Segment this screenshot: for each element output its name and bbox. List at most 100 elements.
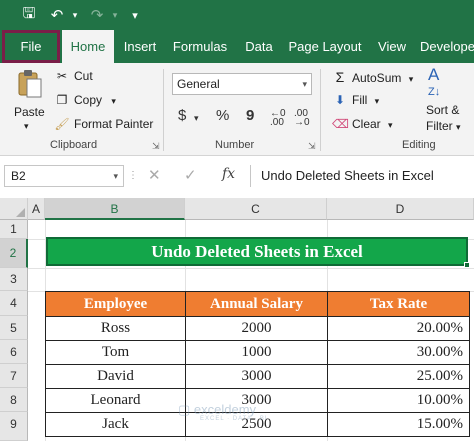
decrease-decimal-button[interactable]: .00 →0 xyxy=(294,108,310,128)
name-box-value: B2 xyxy=(11,169,26,183)
enter-icon[interactable]: ✓ xyxy=(184,166,197,184)
comma-style-button[interactable]: 9 xyxy=(246,107,254,124)
name-box[interactable]: B2 ▾ xyxy=(4,165,124,187)
clipboard-launcher-icon[interactable]: ⇲ xyxy=(152,141,160,152)
clipboard-group-label: Clipboard xyxy=(50,139,98,151)
row-header-4[interactable]: 4 xyxy=(0,291,28,316)
employee-cell[interactable]: Tom xyxy=(45,340,186,365)
formula-bar: B2 ▾ ⋮ ✕ ✓ fx Undo Deleted Sheets in Exc… xyxy=(0,156,474,194)
salary-cell[interactable]: 2500 xyxy=(185,412,328,437)
copy-label: Copy xyxy=(74,93,103,107)
copy-button[interactable]: ❐ Copy ▾ xyxy=(54,93,116,107)
row-header-9[interactable]: 9 xyxy=(0,412,28,441)
percent-icon: % xyxy=(216,107,230,124)
tab-file[interactable]: File xyxy=(2,30,60,63)
fill-button[interactable]: ⬇ Fill ▾ xyxy=(332,93,379,107)
paste-dropdown-icon[interactable]: ▾ xyxy=(24,121,29,132)
employee-cell[interactable]: Leonard xyxy=(45,388,186,413)
row-header-8[interactable]: 8 xyxy=(0,388,28,412)
clear-button[interactable]: ⌫ Clear ▾ xyxy=(332,117,393,131)
salary-cell[interactable]: 3000 xyxy=(185,364,328,389)
editing-group-label: Editing xyxy=(402,139,436,151)
worksheet-grid[interactable]: A B C D 1 2 3 4 5 6 7 8 9 Undo Deleted S… xyxy=(0,194,474,441)
employee-table: Employee Annual Salary Tax Rate Ross 200… xyxy=(45,291,470,437)
customize-toolbar-icon[interactable]: ▾ xyxy=(124,4,146,26)
currency-icon: $ xyxy=(178,107,187,124)
currency-dropdown-icon[interactable]: ▾ xyxy=(194,113,199,124)
currency-format-button[interactable]: $ xyxy=(178,107,186,124)
select-all-button[interactable] xyxy=(0,198,28,220)
table-header-row: Employee Annual Salary Tax Rate xyxy=(45,291,470,317)
tab-data[interactable]: Data xyxy=(238,30,280,63)
number-format-select[interactable]: General ▾ xyxy=(172,73,312,95)
column-header-c[interactable]: C xyxy=(185,198,327,220)
undo-dropdown-icon[interactable]: ▾ xyxy=(64,4,86,26)
header-employee[interactable]: Employee xyxy=(45,291,186,317)
tab-home[interactable]: Home xyxy=(62,30,114,63)
copy-dropdown-icon[interactable]: ▾ xyxy=(111,96,116,106)
header-tax-rate[interactable]: Tax Rate xyxy=(327,291,470,317)
row-header-2[interactable]: 2 xyxy=(0,239,28,268)
format-painter-button[interactable]: 🖌 Format Painter xyxy=(54,117,153,131)
eraser-icon: ⌫ xyxy=(332,117,349,131)
sort-filter-label-line2: Filter xyxy=(426,119,453,133)
row-header-1[interactable]: 1 xyxy=(0,220,28,239)
row-header-7[interactable]: 7 xyxy=(0,364,28,388)
tab-view[interactable]: View xyxy=(370,30,414,63)
sort-az-icon: A Z↓ xyxy=(428,65,441,98)
tab-insert[interactable]: Insert xyxy=(117,30,163,63)
sort-filter-label[interactable]: Filter ▾ xyxy=(426,119,461,133)
decrease-decimal-icon: .00 →0 xyxy=(294,108,310,128)
cancel-icon[interactable]: ✕ xyxy=(148,166,161,184)
tab-developer[interactable]: Develope xyxy=(420,30,474,63)
row-header-3[interactable]: 3 xyxy=(0,268,28,291)
employee-cell[interactable]: Ross xyxy=(45,316,186,341)
formula-bar-splitter[interactable]: ⋮ xyxy=(128,170,138,181)
employee-cell[interactable]: Jack xyxy=(45,412,186,437)
ribbon-tabs: File Home Insert Formulas Data Page Layo… xyxy=(0,30,474,63)
table-row: Leonard 3000 10.00% xyxy=(45,388,470,413)
formula-input[interactable]: Undo Deleted Sheets in Excel xyxy=(250,165,472,187)
column-header-b[interactable]: B xyxy=(45,198,185,220)
scissors-icon: ✂ xyxy=(56,69,68,83)
table-row: Ross 2000 20.00% xyxy=(45,316,470,341)
salary-cell[interactable]: 1000 xyxy=(185,340,328,365)
tab-formulas[interactable]: Formulas xyxy=(168,30,232,63)
percent-format-button[interactable]: % xyxy=(216,107,229,124)
title-cell-b2[interactable]: Undo Deleted Sheets in Excel xyxy=(46,237,470,268)
table-row: David 3000 25.00% xyxy=(45,364,470,389)
salary-cell[interactable]: 2000 xyxy=(185,316,328,341)
increase-decimal-button[interactable]: ←0.00 xyxy=(270,109,286,128)
paintbrush-icon: 🖌 xyxy=(54,117,70,131)
cut-button[interactable]: ✂ Cut xyxy=(54,69,93,83)
tax-rate-cell[interactable]: 15.00% xyxy=(327,412,470,437)
row-header-5[interactable]: 5 xyxy=(0,316,28,340)
header-annual-salary[interactable]: Annual Salary xyxy=(185,291,328,317)
redo-dropdown-icon[interactable]: ▾ xyxy=(104,4,126,26)
tax-rate-cell[interactable]: 25.00% xyxy=(327,364,470,389)
sigma-icon: Σ xyxy=(335,69,345,85)
sort-filter-button[interactable]: Sort & xyxy=(426,103,459,117)
employee-cell[interactable]: David xyxy=(45,364,186,389)
autosum-button[interactable]: Σ AutoSum ▾ xyxy=(332,69,414,85)
row-header-6[interactable]: 6 xyxy=(0,340,28,364)
save-icon[interactable]: 🖫 xyxy=(18,4,40,26)
tax-rate-cell[interactable]: 20.00% xyxy=(327,316,470,341)
clear-dropdown-icon[interactable]: ▾ xyxy=(388,120,393,130)
fill-label: Fill xyxy=(352,93,368,107)
tax-rate-cell[interactable]: 30.00% xyxy=(327,340,470,365)
autosum-dropdown-icon[interactable]: ▾ xyxy=(409,74,414,84)
salary-cell[interactable]: 3000 xyxy=(185,388,328,413)
tax-rate-cell[interactable]: 10.00% xyxy=(327,388,470,413)
number-format-value: General xyxy=(177,77,220,91)
table-row: Jack 2500 15.00% xyxy=(45,412,470,437)
fill-handle[interactable] xyxy=(464,262,470,268)
sort-filter-dropdown-icon: ▾ xyxy=(456,122,461,132)
paste-button[interactable]: Paste xyxy=(14,105,45,119)
tab-page-layout[interactable]: Page Layout xyxy=(287,30,363,63)
number-launcher-icon[interactable]: ⇲ xyxy=(308,141,316,152)
column-header-d[interactable]: D xyxy=(327,198,474,220)
insert-function-button[interactable]: fx xyxy=(222,166,235,182)
column-header-a[interactable]: A xyxy=(28,198,45,220)
fill-dropdown-icon[interactable]: ▾ xyxy=(375,96,380,106)
